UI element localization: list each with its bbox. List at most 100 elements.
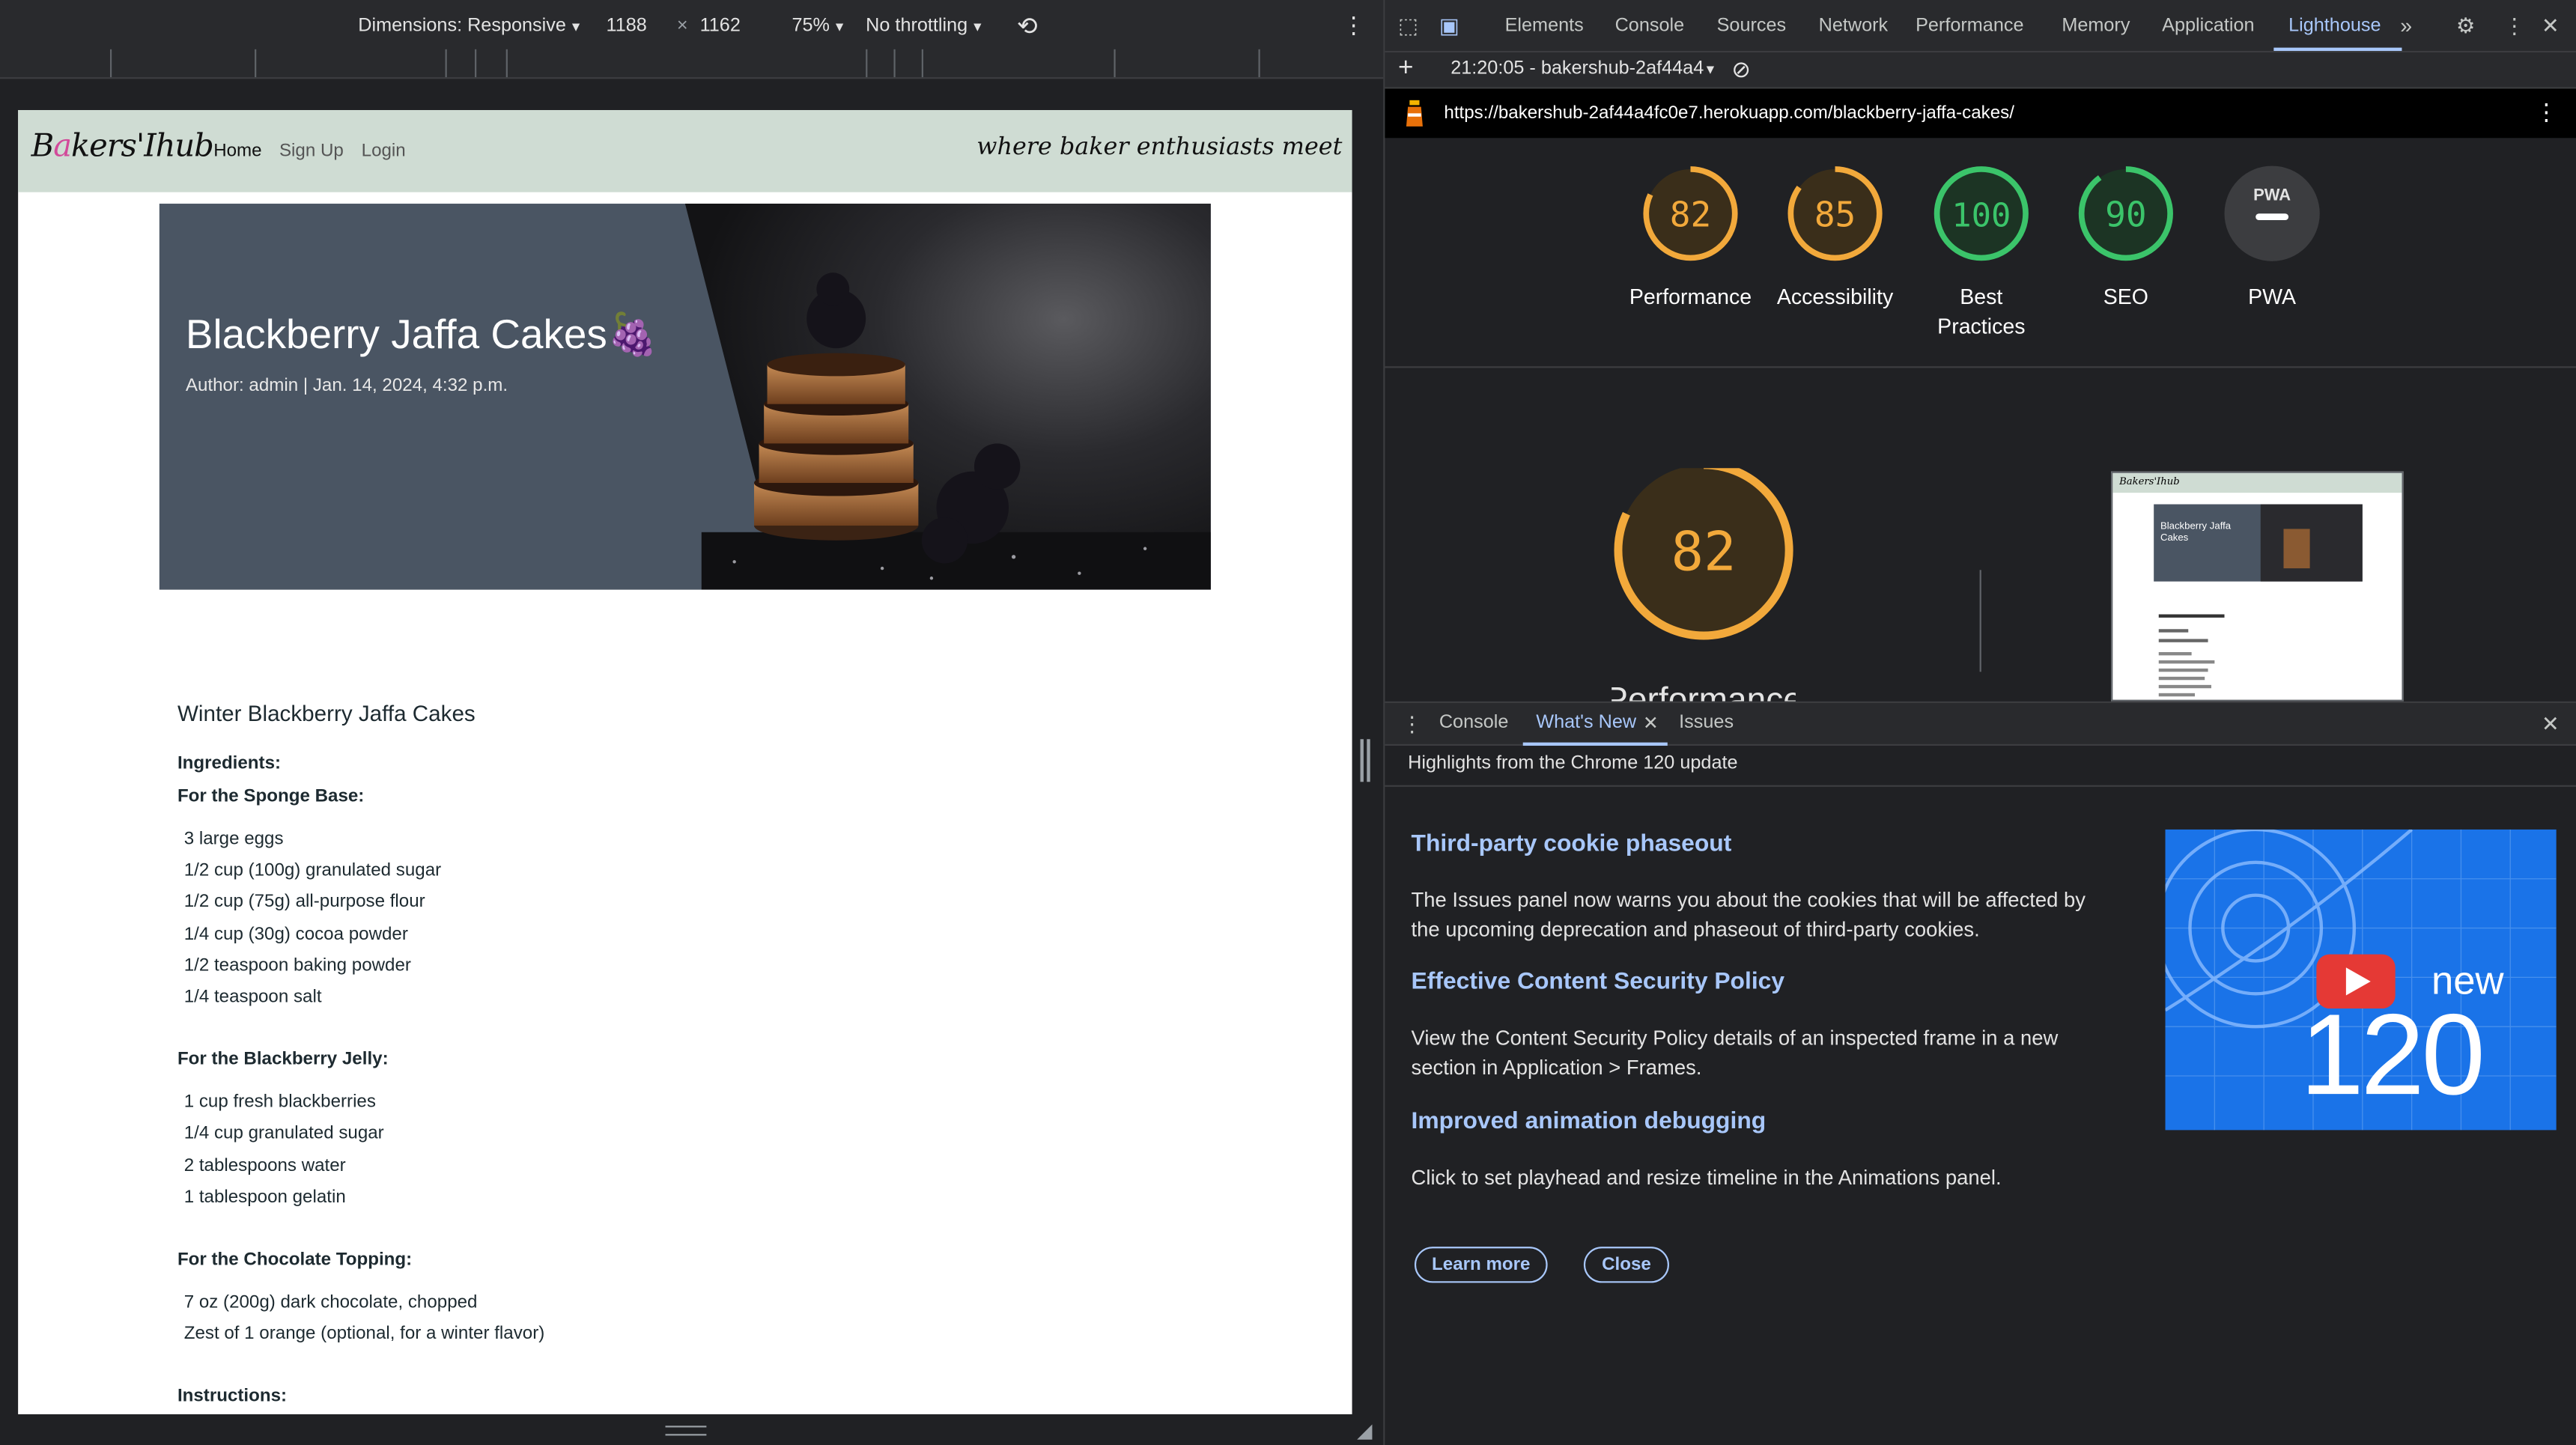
feature-title[interactable]: Third-party cookie phaseout bbox=[1412, 831, 1732, 857]
times-label: × bbox=[676, 16, 688, 37]
tab-console[interactable]: Console bbox=[1615, 16, 1685, 36]
drawer-tab-issues[interactable]: Issues bbox=[1679, 713, 1734, 732]
close-button[interactable]: Close bbox=[1583, 1247, 1669, 1283]
device-toolbar: Dimensions: Responsive ▼ 1188 × 1162 75% ▼… bbox=[0, 0, 1384, 56]
cake-stack bbox=[753, 353, 919, 541]
report-select[interactable]: 21:20:05 - bakershub-2af44a4▼ bbox=[1450, 59, 1716, 79]
list-item: 1/2 cup (100g) granulated sugar bbox=[183, 861, 442, 881]
gauge-performance[interactable]: 82 Performance bbox=[1609, 164, 1772, 311]
ingredient-list: 1 cup fresh blackberries 1/4 cup granula… bbox=[184, 1092, 1164, 1218]
more-options-icon[interactable]: ⋮ bbox=[1342, 11, 1365, 39]
height-resize-handle[interactable] bbox=[665, 1426, 707, 1436]
add-icon[interactable]: + bbox=[1398, 54, 1413, 83]
performance-detail-gauge: 82 Performance bbox=[1605, 460, 1802, 719]
report-url[interactable]: https://bakershub-2af44a4fc0e7.herokuapp… bbox=[1444, 103, 2014, 123]
close-icon[interactable]: ✕ bbox=[2542, 13, 2560, 40]
feature-description: View the Content Security Policy details… bbox=[1411, 1026, 2059, 1080]
chevron-down-icon: ▼ bbox=[970, 19, 984, 35]
tab-memory[interactable]: Memory bbox=[2062, 16, 2130, 36]
feature-title[interactable]: Improved animation debugging bbox=[1412, 1109, 1767, 1135]
highlights-heading: Highlights from the Chrome 120 update bbox=[1408, 753, 1738, 774]
recipe-body: Winter Blackberry Jaffa Cakes Ingredient… bbox=[177, 702, 1163, 1414]
gauge-value: 90 bbox=[2105, 195, 2146, 235]
ingredient-list: 3 large eggs 1/2 cup (100g) granulated s… bbox=[184, 830, 1164, 1019]
big-score-label: Performance bbox=[1611, 680, 1796, 702]
close-icon[interactable]: ✕ bbox=[1643, 711, 1659, 734]
clear-icon[interactable]: ⊘ bbox=[1731, 56, 1751, 84]
dimensions-select[interactable]: Dimensions: Responsive ▼ bbox=[358, 16, 582, 36]
gauge-pwa[interactable]: PWA PWA bbox=[2190, 164, 2354, 311]
feature-title[interactable]: Effective Content Security Policy bbox=[1412, 969, 1785, 995]
nav-home-link[interactable]: Home bbox=[213, 142, 261, 161]
gauge-label: Accessibility bbox=[1776, 284, 1894, 309]
list-item: 1/4 cup (30g) cocoa powder bbox=[183, 924, 408, 944]
device-toolbar-icon[interactable]: ▣ bbox=[1439, 13, 1459, 40]
gauge-label: Performance bbox=[1629, 284, 1752, 309]
corner-resize-icon[interactable]: ◢ bbox=[1357, 1420, 1372, 1443]
gauge-value: 82 bbox=[1670, 195, 1711, 235]
dimensions-label: Dimensions: Responsive bbox=[358, 16, 566, 37]
instructions-label: Instructions: bbox=[177, 1387, 288, 1407]
divider bbox=[1385, 785, 2576, 787]
media-query-ruler bbox=[0, 49, 1384, 79]
tab-lighthouse[interactable]: Lighthouse bbox=[2288, 16, 2381, 36]
ingredient-list: 7 oz (200g) dark chocolate, chopped Zest… bbox=[184, 1292, 1164, 1355]
pwa-badge-icon: PWA bbox=[2224, 165, 2320, 261]
drawer-menu-icon[interactable]: ⋮ bbox=[1401, 711, 1423, 737]
site-navbar: Bakers'Ihub Home Sign Up Login where bak… bbox=[18, 109, 1352, 192]
chevron-down-icon: ▼ bbox=[1704, 62, 1717, 78]
gauge-seo[interactable]: 90 SEO bbox=[2044, 164, 2208, 311]
chevron-down-icon: ▼ bbox=[833, 19, 846, 35]
gauge-label: PWA bbox=[2248, 284, 2297, 309]
list-item: 1 cup fresh blackberries bbox=[183, 1092, 376, 1113]
chrome-120-video-thumbnail[interactable]: new 120 bbox=[2165, 829, 2557, 1131]
more-options-icon[interactable]: ⋮ bbox=[2535, 99, 2558, 127]
more-options-icon[interactable]: ⋮ bbox=[2503, 13, 2525, 40]
inspect-element-icon[interactable]: ⬚ bbox=[1398, 13, 1418, 40]
chevron-down-icon: ▼ bbox=[569, 19, 583, 35]
tab-elements[interactable]: Elements bbox=[1505, 16, 1584, 36]
page-screenshot-thumbnail: Bakers'Ihub Blackberry Jaffa Cakes bbox=[2111, 471, 2404, 702]
thumb-title: Blackberry Jaffa Cakes bbox=[2160, 522, 2232, 544]
report-label: 21:20:05 - bakershub-2af44a4 bbox=[1450, 58, 1704, 79]
recipe-meta: Author: admin | Jan. 14, 2024, 4:32 p.m. bbox=[185, 376, 508, 396]
drawer-tab-console[interactable]: Console bbox=[1439, 713, 1509, 732]
gauge-accessibility[interactable]: 85 Accessibility bbox=[1753, 164, 1917, 311]
width-input[interactable]: 1188 bbox=[607, 16, 647, 36]
lighthouse-icon bbox=[1406, 100, 1423, 127]
rotate-icon[interactable]: ⟲ bbox=[1017, 11, 1038, 41]
device-mode-pane: Dimensions: Responsive ▼ 1188 × 1162 75% ▼… bbox=[0, 0, 1384, 1445]
tab-sources[interactable]: Sources bbox=[1717, 16, 1787, 36]
recipe-title: Blackberry Jaffa Cakes🍇 bbox=[185, 311, 659, 359]
nav-login-link[interactable]: Login bbox=[362, 142, 406, 161]
throttling-select[interactable]: No throttling ▼ bbox=[866, 16, 984, 36]
feature-description: Click to set playhead and resize timelin… bbox=[1411, 1166, 2002, 1190]
throttling-label: No throttling bbox=[866, 16, 968, 37]
site-logo[interactable]: Bakers'Ihub bbox=[31, 128, 214, 164]
recipe-heading: Winter Blackberry Jaffa Cakes bbox=[177, 701, 476, 726]
active-tab-indicator bbox=[1522, 742, 1668, 746]
gauge-best-practices[interactable]: 100 Best Practices bbox=[1899, 164, 2063, 341]
zoom-select[interactable]: 75% ▼ bbox=[792, 16, 845, 36]
gear-icon[interactable]: ⚙ bbox=[2456, 13, 2476, 40]
tab-network[interactable]: Network bbox=[1819, 16, 1889, 36]
section-title: For the Chocolate Topping: bbox=[177, 1250, 413, 1270]
more-tabs-icon[interactable]: » bbox=[2400, 13, 2412, 38]
tab-application[interactable]: Application bbox=[2162, 16, 2254, 36]
gauge-ring: 82 bbox=[1643, 166, 1738, 261]
learn-more-button[interactable]: Learn more bbox=[1414, 1247, 1548, 1283]
ingredients-label: Ingredients: bbox=[177, 753, 282, 774]
height-input[interactable]: 1162 bbox=[700, 16, 741, 36]
close-drawer-icon[interactable]: ✕ bbox=[2542, 711, 2560, 737]
resize-handle[interactable] bbox=[1360, 739, 1370, 782]
gauge-ring: 90 bbox=[2078, 166, 2173, 261]
gauge-ring: 100 bbox=[1933, 166, 2029, 261]
nav-signup-link[interactable]: Sign Up bbox=[279, 142, 344, 161]
list-item: 1/4 teaspoon salt bbox=[183, 987, 322, 1007]
tab-performance[interactable]: Performance bbox=[1916, 16, 2023, 36]
emulated-page: Bakers'Ihub Home Sign Up Login where bak… bbox=[18, 109, 1352, 1414]
list-item: 1/2 cup (75g) all-purpose flour bbox=[183, 892, 425, 913]
drawer-tab-whats-new[interactable]: What's New bbox=[1536, 713, 1636, 732]
thumb-logo: Bakers'Ihub bbox=[2119, 476, 2180, 488]
hero-photo bbox=[684, 204, 1211, 590]
